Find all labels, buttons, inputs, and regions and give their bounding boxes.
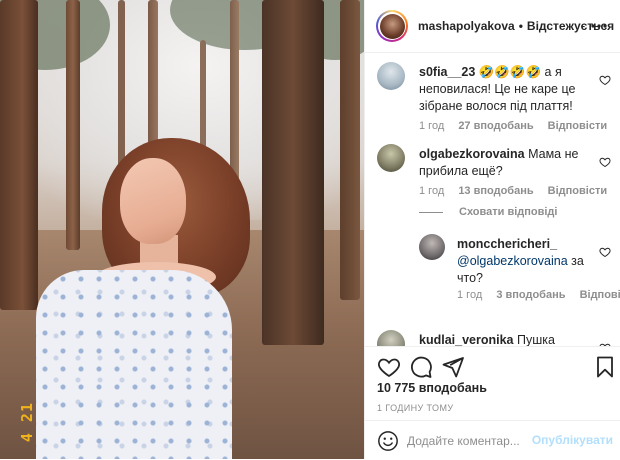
photo-tree-trunk <box>66 0 80 250</box>
comment-content: Пушка <box>513 333 555 346</box>
bookmark-icon[interactable] <box>593 355 617 379</box>
comment-input[interactable] <box>407 431 527 451</box>
more-horizontal-icon[interactable] <box>591 19 607 29</box>
post-actions: 10 775 вподобань 1 ГОДИНУ ТОМУ Опублікув… <box>365 346 620 459</box>
smiley-icon[interactable] <box>377 430 399 452</box>
add-comment-bar: Опублікувати <box>365 420 620 460</box>
comment-text: kudlai_veronika Пушка <box>419 332 587 346</box>
post-side-panel: mashapolyakova • Відстежується s0fia__23… <box>364 0 620 459</box>
paper-plane-icon[interactable] <box>441 355 465 379</box>
comment-meta: 1 год 3 вподобань Відповісти <box>457 289 620 301</box>
comment-like-heart-icon[interactable] <box>599 156 611 168</box>
author-avatar-image <box>379 13 405 39</box>
comment-meta: 1 год 27 вподобань Відповісти <box>419 120 618 132</box>
comment-time[interactable]: 1 год <box>419 185 444 197</box>
comment-text: s0fia__23 🤣🤣🤣🤣 а я неповилася! Це не кар… <box>419 64 587 115</box>
photo-person-face <box>120 158 186 244</box>
photo-date-stamp: 4 21 <box>18 402 36 443</box>
instagram-post: 4 21 mashapolyakova • Відстежується s0fi… <box>0 0 620 459</box>
hide-replies-button[interactable]: Сховати відповіді <box>419 206 557 218</box>
commenter-avatar[interactable] <box>377 62 405 90</box>
post-photo[interactable]: 4 21 <box>0 0 364 459</box>
comment-likes[interactable]: 27 вподобань <box>458 120 533 132</box>
author-avatar[interactable] <box>376 10 408 42</box>
likes-count[interactable]: 10 775 вподобань <box>377 381 487 395</box>
comment-mention[interactable]: @olgabezkorovaina <box>457 254 568 268</box>
commenter-username[interactable]: s0fia__23 <box>419 65 475 79</box>
publish-comment-button[interactable]: Опублікувати <box>532 433 613 447</box>
photo-person-dress <box>36 270 232 459</box>
comment-meta: 1 год 13 вподобань Відповісти <box>419 185 618 197</box>
author-username[interactable]: mashapolyakova <box>418 19 515 33</box>
comments-list[interactable]: s0fia__23 🤣🤣🤣🤣 а я неповилася! Це не кар… <box>365 54 620 346</box>
post-time-ago[interactable]: 1 ГОДИНУ ТОМУ <box>377 403 453 413</box>
post-header: mashapolyakova • Відстежується <box>365 0 620 53</box>
comment-reply-button[interactable]: Відповісти <box>580 289 620 301</box>
commenter-username[interactable]: moncchericheri_ <box>457 237 557 251</box>
commenter-avatar[interactable] <box>377 144 405 172</box>
hide-replies-line <box>419 211 443 213</box>
comment-like-heart-icon[interactable] <box>599 74 611 86</box>
comment-reply-button[interactable]: Відповісти <box>548 120 607 132</box>
comment-icon[interactable] <box>409 355 433 379</box>
comment-time[interactable]: 1 год <box>457 289 482 301</box>
comment-text: olgabezkorovaina Мама не прибила ещё? <box>419 146 587 180</box>
photo-tree-trunk <box>0 0 38 310</box>
hide-replies-label: Сховати відповіді <box>459 206 558 218</box>
comment-reply-button[interactable]: Відповісти <box>548 185 607 197</box>
commenter-username[interactable]: olgabezkorovaina <box>419 147 525 161</box>
header-separator-dot: • <box>518 19 523 33</box>
comment-likes[interactable]: 3 вподобань <box>496 289 565 301</box>
comment-likes[interactable]: 13 вподобань <box>458 185 533 197</box>
comment-time[interactable]: 1 год <box>419 120 444 132</box>
commenter-username[interactable]: kudlai_veronika <box>419 333 514 346</box>
comment-like-heart-icon[interactable] <box>599 246 611 258</box>
commenter-avatar[interactable] <box>377 330 405 346</box>
heart-icon[interactable] <box>377 355 401 379</box>
commenter-avatar[interactable] <box>419 234 445 260</box>
photo-tree-trunk <box>340 0 360 300</box>
photo-tree-trunk <box>262 0 324 345</box>
comment-text: moncchericheri_ @olgabezkorovaina за что… <box>457 236 589 287</box>
